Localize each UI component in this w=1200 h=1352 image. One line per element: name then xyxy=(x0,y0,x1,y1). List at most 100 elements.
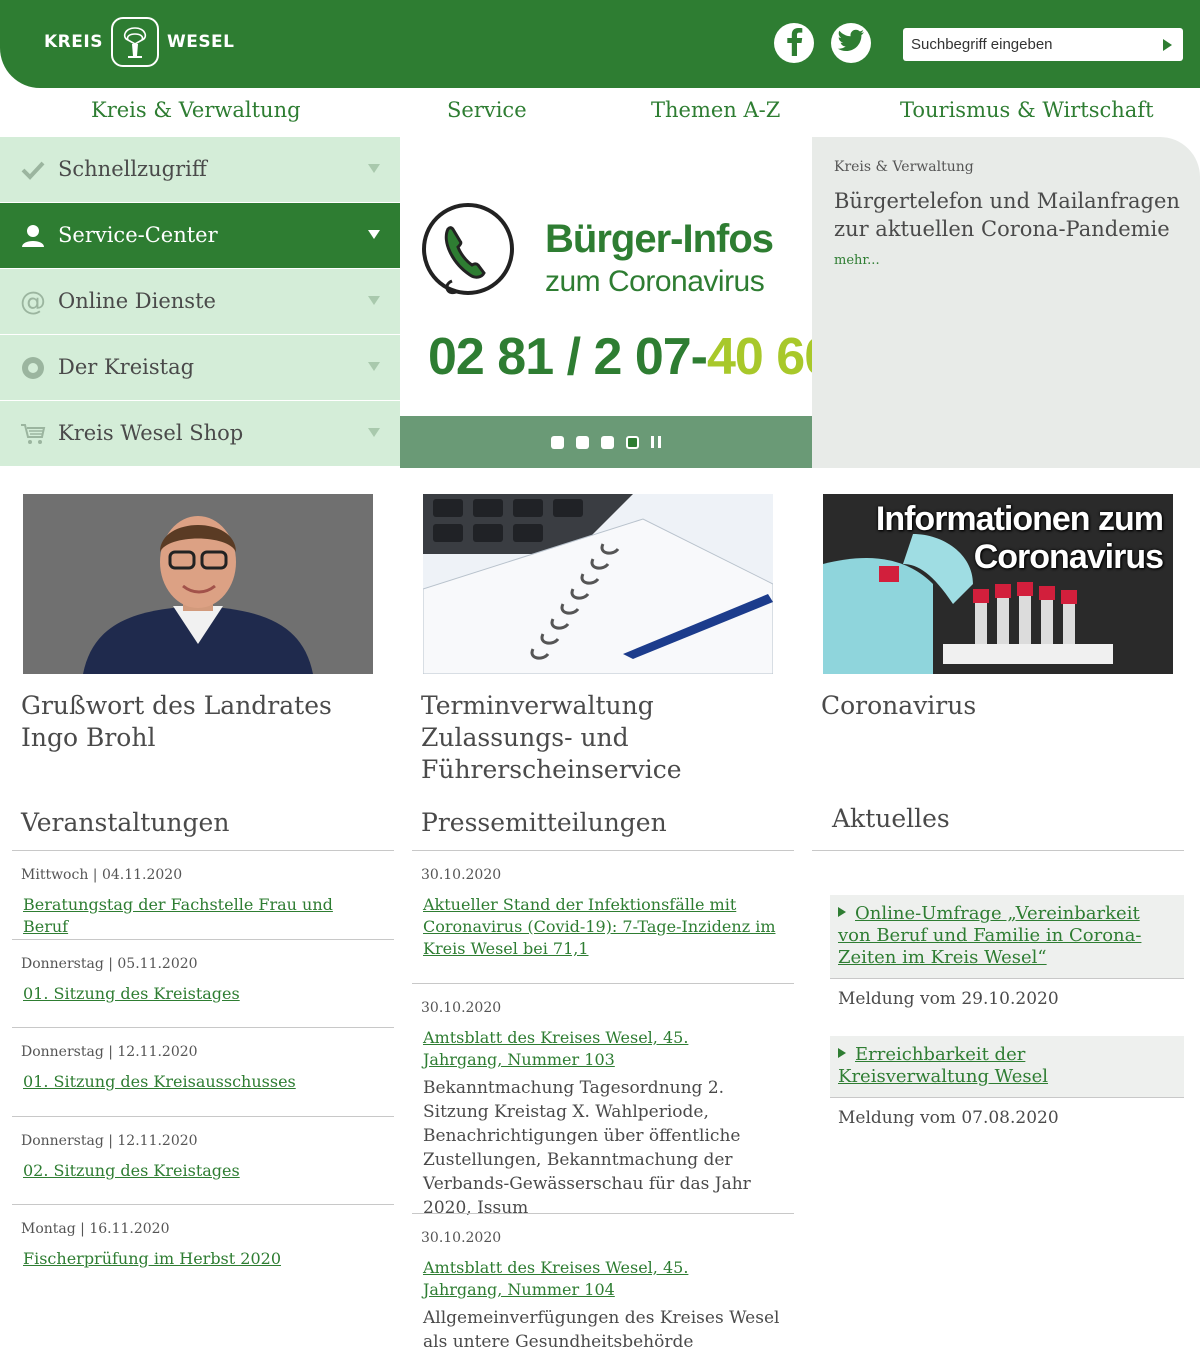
nav-tourismus-wirtschaft[interactable]: Tourismus & Wirtschaft xyxy=(900,98,1154,122)
sidebar-item-schnellzugriff[interactable]: Schnellzugriff xyxy=(0,137,400,203)
event-link[interactable]: 01. Sitzung des Kreisausschusses xyxy=(23,1071,383,1093)
sidebar-item-kreis-wesel-shop[interactable]: Kreis Wesel Shop xyxy=(0,401,400,467)
card-image-caption: Informationen zum Coronavirus xyxy=(875,500,1164,576)
at-icon: @ xyxy=(20,287,46,317)
search-input[interactable] xyxy=(903,28,1151,61)
chevron-down-icon xyxy=(368,428,380,437)
news-link[interactable]: Erreichbarkeit der Kreisverwaltung Wesel xyxy=(838,1044,1048,1087)
events-heading: Veranstaltungen xyxy=(21,808,230,837)
pause-icon[interactable] xyxy=(651,436,661,448)
teaser-category: Kreis & Verwaltung xyxy=(834,159,974,175)
press-link[interactable]: Amtsblatt des Kreises Wesel, 45. Jahrgan… xyxy=(423,1027,753,1071)
phone-accent: 40 60 xyxy=(707,328,812,386)
sidebar-item-der-kreistag[interactable]: Der Kreistag xyxy=(0,335,400,401)
cart-icon xyxy=(20,421,46,447)
event-date: Mittwoch | 04.11.2020 xyxy=(21,867,183,883)
divider xyxy=(12,850,394,851)
press-date: 30.10.2020 xyxy=(421,1000,502,1016)
slider-dot-4[interactable] xyxy=(626,435,639,449)
nav-service[interactable]: Service xyxy=(447,98,527,122)
play-arrow-icon xyxy=(838,1048,846,1058)
event-link[interactable]: Fischerprüfung im Herbst 2020 xyxy=(23,1248,383,1270)
news-link[interactable]: Online-Umfrage „Vereinbarkeit von Beruf … xyxy=(838,903,1141,968)
chevron-down-icon xyxy=(368,362,380,371)
sidebar-item-label: Der Kreistag xyxy=(58,355,195,379)
sidebar-item-label: Kreis Wesel Shop xyxy=(58,421,244,445)
play-arrow-icon xyxy=(1163,38,1172,51)
sidebar-item-label: Online Dienste xyxy=(58,289,216,313)
slider-controls xyxy=(400,416,812,468)
twitter-icon xyxy=(837,29,865,57)
nav-themen-a-z[interactable]: Themen A-Z xyxy=(651,98,780,122)
card-title-coronavirus[interactable]: Coronavirus xyxy=(821,690,1181,722)
news-date: Meldung vom 29.10.2020 xyxy=(838,989,1059,1009)
chevron-down-icon xyxy=(368,296,380,305)
news-heading: Aktuelles xyxy=(832,804,950,833)
divider xyxy=(12,1027,394,1028)
chevron-down-icon xyxy=(368,164,380,173)
card-image-landrat[interactable] xyxy=(23,494,373,674)
logo-kreis: KREIS xyxy=(44,32,103,52)
search-box xyxy=(903,28,1183,61)
divider xyxy=(12,1116,394,1117)
news-item: Online-Umfrage „Vereinbarkeit von Beruf … xyxy=(830,895,1184,979)
event-date: Donnerstag | 12.11.2020 xyxy=(21,1133,198,1149)
press-link[interactable]: Aktueller Stand der Infektionsfälle mit … xyxy=(423,894,795,960)
divider xyxy=(812,850,1184,851)
sidebar-item-label: Service-Center xyxy=(58,223,218,247)
user-icon xyxy=(20,223,46,249)
nav-kreis-verwaltung[interactable]: Kreis & Verwaltung xyxy=(91,98,301,122)
tree-emblem-icon xyxy=(110,17,159,67)
teaser-title[interactable]: Bürgertelefon und Mailanfragen zur aktue… xyxy=(834,187,1184,243)
facebook-icon xyxy=(783,26,805,60)
slider-teaser-panel: Kreis & Verwaltung Bürgertelefon und Mai… xyxy=(812,137,1200,468)
event-link[interactable]: 01. Sitzung des Kreistages xyxy=(23,983,383,1005)
twitter-button[interactable] xyxy=(831,23,871,63)
slide-subheadline: zum Coronavirus xyxy=(545,265,765,298)
teaser-more-link[interactable]: mehr... xyxy=(834,253,880,268)
press-date: 30.10.2020 xyxy=(421,1230,502,1246)
hero-slider[interactable]: Bürger-Infos zum Coronavirus 02 81 / 2 0… xyxy=(400,137,812,416)
press-heading: Pressemitteilungen xyxy=(421,808,667,837)
news-date: Meldung vom 07.08.2020 xyxy=(838,1108,1059,1128)
divider xyxy=(12,1204,394,1205)
slide-headline: Bürger-Infos xyxy=(545,217,774,261)
check-icon xyxy=(20,157,46,183)
event-date: Donnerstag | 05.11.2020 xyxy=(21,956,198,972)
event-link[interactable]: Beratungstag der Fachstelle Frau und Ber… xyxy=(23,894,383,938)
card-image-coronavirus[interactable]: Informationen zum Coronavirus xyxy=(823,494,1173,674)
divider xyxy=(412,850,794,851)
slide-phone-number: 02 81 / 2 07-40 60 xyxy=(428,327,812,387)
press-date: 30.10.2020 xyxy=(421,867,502,883)
press-summary: Allgemeinverfügungen des Kreises Wesel a… xyxy=(423,1308,780,1352)
press-summary: Bekanntmachung Tagesordnung 2. Sitzung K… xyxy=(423,1078,751,1218)
event-date: Montag | 16.11.2020 xyxy=(21,1221,170,1237)
site-logo[interactable]: KREIS WESEL xyxy=(44,16,235,68)
logo-wesel: WESEL xyxy=(166,32,235,52)
card-image-terminverwaltung[interactable] xyxy=(423,494,773,674)
slider-dot-2[interactable] xyxy=(576,435,589,449)
news-item: Erreichbarkeit der Kreisverwaltung Wesel xyxy=(830,1036,1184,1098)
card-title-grusswort[interactable]: Grußwort des Landrates Ingo Brohl xyxy=(21,690,381,754)
event-date: Donnerstag | 12.11.2020 xyxy=(21,1044,198,1060)
event-link[interactable]: 02. Sitzung des Kreistages xyxy=(23,1160,383,1182)
facebook-button[interactable] xyxy=(774,23,814,63)
calculator-notebook-photo xyxy=(423,494,773,674)
divider xyxy=(12,939,394,940)
sidebar-item-service-center[interactable]: Service-Center xyxy=(0,203,400,269)
slider-dot-1[interactable] xyxy=(551,435,564,449)
sidebar-menu: Schnellzugriff Service-Center @ Online D… xyxy=(0,137,400,467)
play-arrow-icon xyxy=(838,907,846,917)
sidebar-item-label: Schnellzugriff xyxy=(58,157,207,181)
divider xyxy=(412,983,794,984)
phone-main: 02 81 / 2 07- xyxy=(428,328,708,386)
chevron-down-icon xyxy=(368,230,380,239)
search-submit-button[interactable] xyxy=(1151,28,1183,61)
press-link[interactable]: Amtsblatt des Kreises Wesel, 45. Jahrgan… xyxy=(423,1257,753,1301)
divider xyxy=(412,1213,794,1214)
slider-dot-3[interactable] xyxy=(601,435,614,449)
telephone-icon xyxy=(418,201,518,305)
portrait-photo xyxy=(23,494,373,674)
card-title-terminverwaltung[interactable]: Terminverwaltung Zulassungs- und Führers… xyxy=(421,690,781,786)
sidebar-item-online-dienste[interactable]: @ Online Dienste xyxy=(0,269,400,335)
